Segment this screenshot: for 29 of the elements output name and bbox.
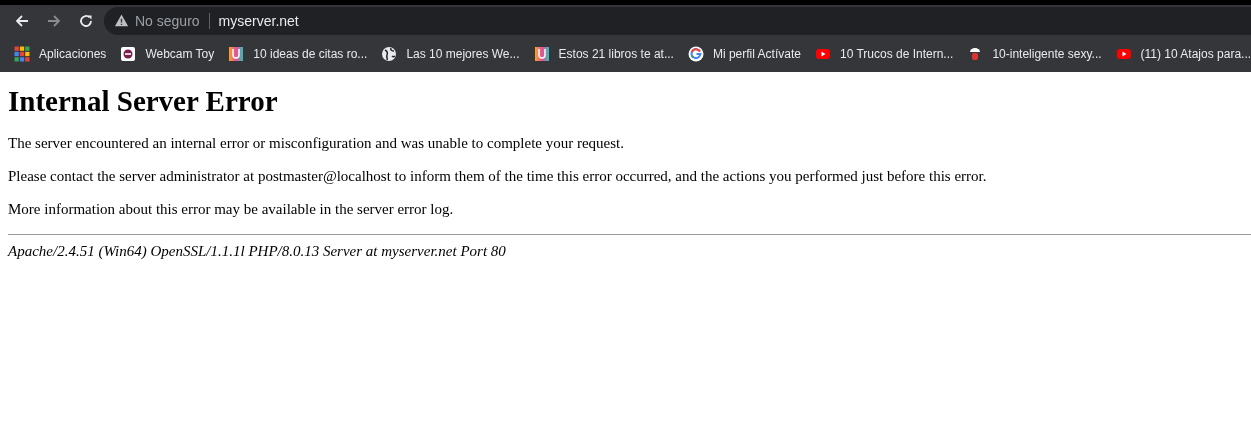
- apps-grid-icon: [14, 46, 30, 62]
- address-bar[interactable]: No seguro myserver.net: [104, 6, 1251, 35]
- bookmark[interactable]: Aplicaciones: [14, 46, 107, 62]
- bookmark[interactable]: 10 ideas de citas ro...: [228, 46, 368, 62]
- bookmark[interactable]: 10-inteligente sexy...: [967, 46, 1102, 62]
- forward-icon[interactable]: [46, 12, 62, 29]
- play-button-icon: [1115, 46, 1132, 62]
- bookmark[interactable]: (11) 10 Atajos para...: [1115, 46, 1251, 62]
- webcam-icon: [120, 46, 137, 62]
- bookmark[interactable]: Estos 21 libros te at...: [533, 46, 674, 62]
- security-label: No seguro: [135, 12, 200, 29]
- bookmark[interactable]: Webcam Toy: [120, 46, 215, 62]
- google-g-icon: [687, 46, 704, 62]
- globe-icon: [381, 46, 398, 62]
- warning-icon[interactable]: [114, 13, 129, 28]
- bookmark[interactable]: 10 Trucos de Intern...: [814, 46, 954, 62]
- url-text: myserver.net: [218, 12, 299, 29]
- letter-logo-icon: [533, 46, 550, 62]
- error-message: Please contact the server administrator at postmaster@localhost to inform them of the time this error occurred, and the actions you performed just before this error.: [8, 168, 988, 185]
- back-icon[interactable]: [14, 12, 30, 29]
- error-message: More information about this error may be available in the server error log.: [8, 201, 455, 218]
- bookmark[interactable]: Las 10 mejores We...: [381, 46, 520, 62]
- server-signature: Apache/2.4.51 (Win64) OpenSSL/1.1.1l PHP/8.0.13 Server at myserver.net Port 80: [8, 243, 507, 260]
- error-heading: Internal Server Error: [8, 85, 279, 118]
- reload-icon[interactable]: [78, 12, 94, 29]
- play-button-icon: [814, 46, 831, 62]
- error-message: The server encountered an internal error or misconfiguration and was unable to complete your request.: [8, 135, 626, 152]
- bookmark[interactable]: Mi perfil Actívate: [687, 46, 801, 62]
- letter-logo-icon: [228, 46, 245, 62]
